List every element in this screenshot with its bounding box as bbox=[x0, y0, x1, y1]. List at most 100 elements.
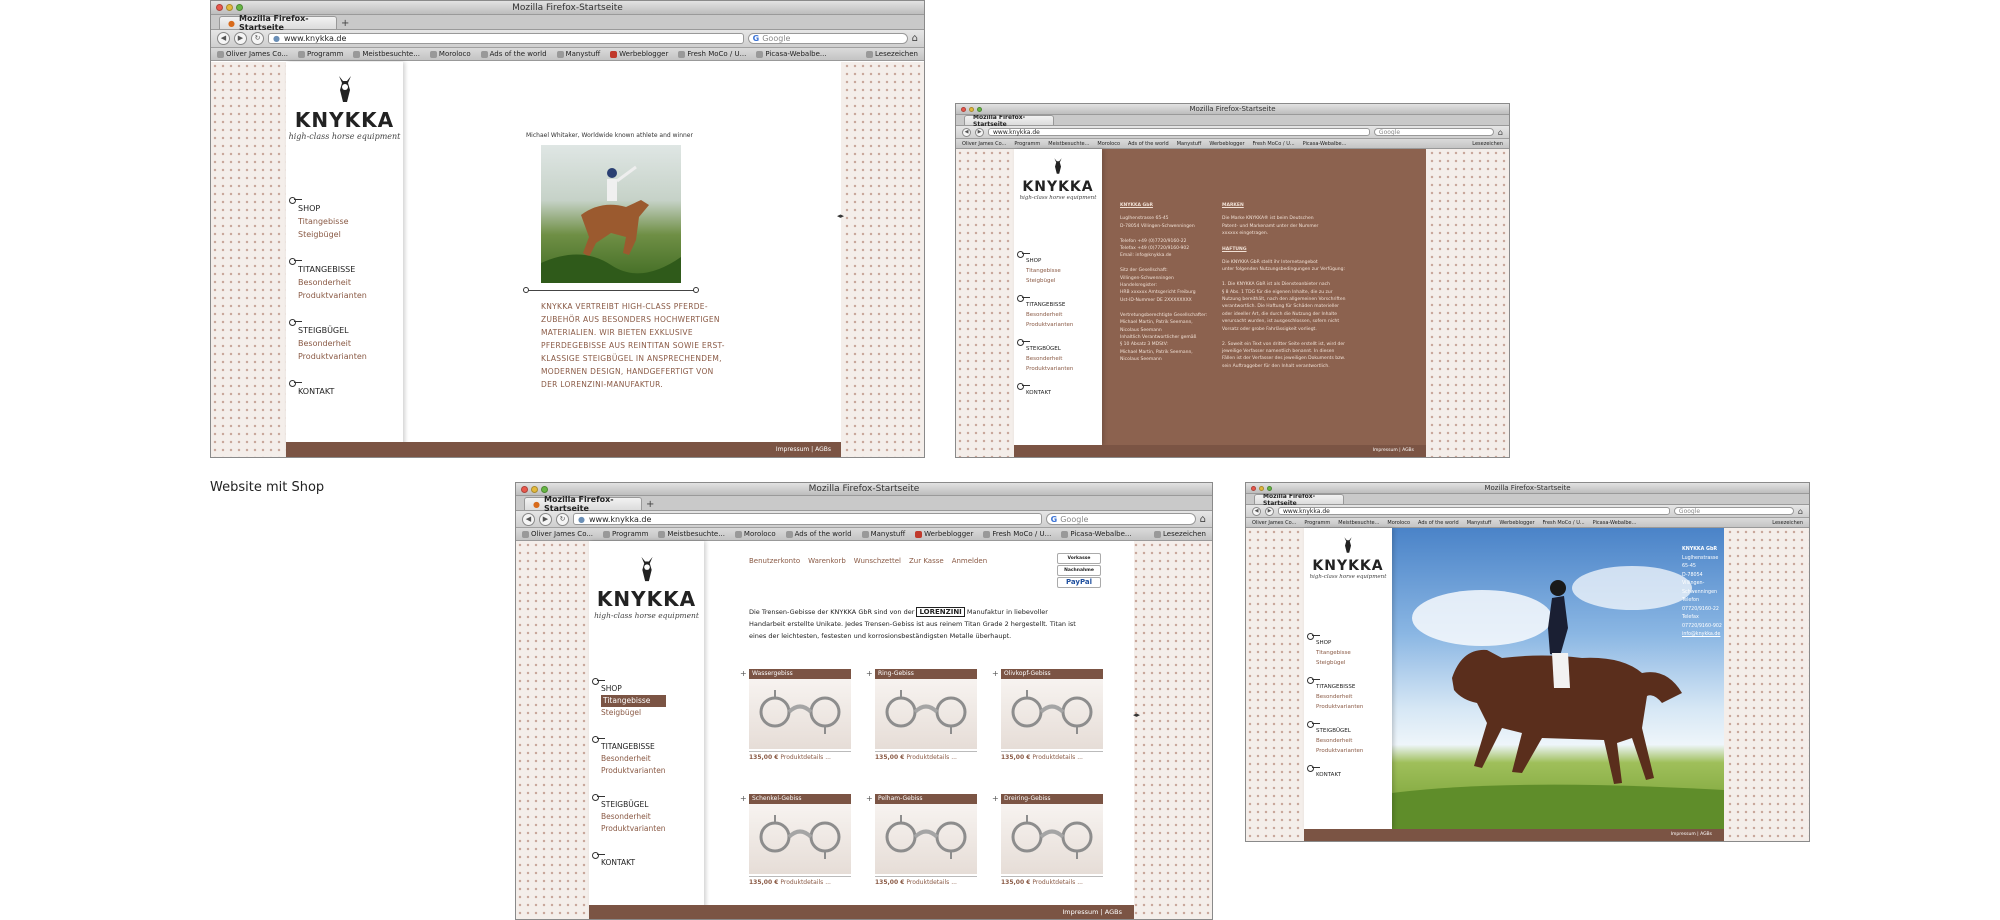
reload-icon[interactable]: ↻ bbox=[556, 512, 569, 526]
product-details-link[interactable]: Produktdetails ... bbox=[780, 879, 831, 886]
bookmark-5[interactable]: Manystuff bbox=[556, 50, 600, 58]
menu-steig-produktvarianten[interactable]: Produktvarianten bbox=[1026, 364, 1073, 374]
bookmark-7[interactable]: Fresh MoCo / U... bbox=[983, 530, 1051, 538]
menu-shop[interactable]: SHOP bbox=[1306, 633, 1363, 648]
menu-titangebisse[interactable]: TITANGEBISSE bbox=[592, 736, 666, 753]
bookmarks-menu[interactable]: Lesezeichen bbox=[1472, 141, 1503, 147]
menu-shop-steigbuegel[interactable]: Steigbügel bbox=[601, 707, 666, 719]
url-bar[interactable]: ● www.knykka.de bbox=[268, 32, 744, 45]
bookmark-0[interactable]: Oliver James Co... bbox=[962, 141, 1006, 147]
menu-kontakt[interactable]: KONTAKT bbox=[1306, 765, 1363, 780]
menu-titangebisse[interactable]: TITANGEBISSE bbox=[1016, 295, 1073, 310]
bookmark-4[interactable]: Ads of the world bbox=[1128, 141, 1169, 147]
menu-titan-produktvarianten[interactable]: Produktvarianten bbox=[298, 289, 367, 302]
add-to-cart-icon[interactable]: + bbox=[866, 669, 873, 678]
site-footer[interactable]: Impressum | AGBs bbox=[589, 905, 1134, 919]
menu-shop-steigbuegel[interactable]: Steigbügel bbox=[298, 228, 367, 241]
bookmark-6[interactable]: Werbeblogger bbox=[610, 50, 668, 58]
bookmark-7[interactable]: Fresh MoCo / U... bbox=[1253, 141, 1295, 147]
url-bar[interactable]: www.knykka.de bbox=[1278, 506, 1670, 516]
site-footer[interactable]: Impressum | AGBs bbox=[286, 442, 841, 457]
menu-titan-produktvarianten[interactable]: Produktvarianten bbox=[1026, 320, 1073, 330]
product-card[interactable]: Olivkopf-Gebiss 135,00 € Produktdetails .… bbox=[992, 669, 1103, 761]
bookmark-6[interactable]: Werbeblogger bbox=[1499, 520, 1534, 526]
bookmark-2[interactable]: Meistbesuchte... bbox=[1338, 520, 1379, 526]
bookmarks-menu[interactable]: Lesezeichen bbox=[866, 50, 918, 58]
close-window-button[interactable] bbox=[216, 4, 223, 11]
bookmark-2[interactable]: Meistbesuchte... bbox=[353, 50, 420, 58]
menu-steigbuegel[interactable]: STEIGBÜGEL bbox=[592, 794, 666, 811]
menu-shop[interactable]: SHOP bbox=[1016, 251, 1073, 266]
bookmark-5[interactable]: Manystuff bbox=[1467, 520, 1492, 526]
menu-shop-steigbuegel[interactable]: Steigbügel bbox=[1316, 658, 1363, 668]
menu-shop-titangebisse[interactable]: Titangebisse bbox=[1316, 648, 1363, 658]
menu-steig-produktvarianten[interactable]: Produktvarianten bbox=[601, 823, 666, 835]
minimize-window-button[interactable] bbox=[531, 485, 538, 493]
zoom-window-button[interactable] bbox=[541, 485, 548, 493]
bookmark-7[interactable]: Fresh MoCo / U... bbox=[678, 50, 746, 58]
add-to-cart-icon[interactable]: + bbox=[866, 794, 873, 803]
minimize-window-button[interactable] bbox=[226, 4, 233, 11]
site-footer[interactable]: Impressum | AGBs bbox=[1014, 445, 1426, 457]
menu-titan-besonderheit[interactable]: Besonderheit bbox=[1026, 310, 1073, 320]
site-footer[interactable]: Impressum | AGBs bbox=[1304, 829, 1724, 841]
menu-shop-titangebisse[interactable]: Titangebisse bbox=[298, 215, 367, 228]
menu-steigbuegel[interactable]: STEIGBÜGEL bbox=[1016, 339, 1073, 354]
link-wunschzettel[interactable]: Wunschzettel bbox=[854, 557, 901, 565]
menu-steig-besonderheit[interactable]: Besonderheit bbox=[601, 811, 666, 823]
bookmark-6[interactable]: Werbeblogger bbox=[915, 530, 973, 538]
bookmark-1[interactable]: Programm bbox=[1304, 520, 1330, 526]
menu-kontakt[interactable]: KONTAKT bbox=[289, 380, 367, 398]
menu-kontakt[interactable]: KONTAKT bbox=[592, 852, 666, 869]
product-card[interactable]: Dreiring-Gebiss 135,00 € Produktdetails .… bbox=[992, 794, 1103, 886]
product-details-link[interactable]: Produktdetails ... bbox=[906, 754, 957, 761]
product-image[interactable] bbox=[875, 804, 977, 874]
menu-titan-besonderheit[interactable]: Besonderheit bbox=[1316, 692, 1363, 702]
add-to-cart-icon[interactable]: + bbox=[992, 794, 999, 803]
link-zur-kasse[interactable]: Zur Kasse bbox=[909, 557, 944, 565]
bookmark-2[interactable]: Meistbesuchte... bbox=[658, 530, 725, 538]
product-image[interactable] bbox=[749, 679, 851, 749]
back-icon[interactable]: ◀ bbox=[962, 127, 971, 137]
bookmark-4[interactable]: Ads of the world bbox=[480, 50, 547, 58]
home-icon[interactable]: ⌂ bbox=[1798, 507, 1803, 516]
menu-steig-besonderheit[interactable]: Besonderheit bbox=[1316, 736, 1363, 746]
bookmark-6[interactable]: Werbeblogger bbox=[1209, 141, 1244, 147]
bookmark-8[interactable]: Picasa-Webalbe... bbox=[1593, 520, 1637, 526]
menu-steig-produktvarianten[interactable]: Produktvarianten bbox=[298, 350, 367, 363]
bookmark-5[interactable]: Manystuff bbox=[1177, 141, 1202, 147]
product-image[interactable] bbox=[1001, 804, 1103, 874]
bookmark-8[interactable]: Picasa-Webalbe... bbox=[756, 50, 827, 58]
bookmark-0[interactable]: Oliver James Co... bbox=[217, 50, 288, 58]
search-field[interactable]: G Google bbox=[1045, 513, 1196, 525]
link-benutzerkonto[interactable]: Benutzerkonto bbox=[749, 557, 800, 565]
product-details-link[interactable]: Produktdetails ... bbox=[780, 754, 831, 761]
scroll-arrows-icon[interactable]: ◂▸ bbox=[1133, 711, 1140, 719]
bookmark-1[interactable]: Programm bbox=[603, 530, 648, 538]
back-icon[interactable]: ◀ bbox=[217, 32, 230, 45]
menu-shop[interactable]: SHOP bbox=[289, 197, 367, 215]
bookmark-8[interactable]: Picasa-Webalbe... bbox=[1303, 141, 1347, 147]
menu-titangebisse[interactable]: TITANGEBISSE bbox=[1306, 677, 1363, 692]
product-card[interactable]: Schenkel-Gebiss 135,00 € Produktdetails .… bbox=[740, 794, 851, 886]
bookmark-8[interactable]: Picasa-Webalbe... bbox=[1061, 530, 1132, 538]
bookmark-5[interactable]: Manystuff bbox=[861, 530, 905, 538]
home-icon[interactable]: ⌂ bbox=[1498, 128, 1503, 137]
add-to-cart-icon[interactable]: + bbox=[740, 794, 747, 803]
home-icon[interactable]: ⌂ bbox=[912, 33, 918, 44]
menu-steig-produktvarianten[interactable]: Produktvarianten bbox=[1316, 746, 1363, 756]
link-anmelden[interactable]: Anmelden bbox=[952, 557, 987, 565]
bookmark-1[interactable]: Programm bbox=[1014, 141, 1040, 147]
bookmark-3[interactable]: Moroloco bbox=[429, 50, 471, 58]
zoom-window-button[interactable] bbox=[977, 106, 982, 112]
brand-logo[interactable]: KNYKKA high-class horse equipment bbox=[1014, 157, 1102, 201]
close-window-button[interactable] bbox=[1251, 485, 1256, 491]
menu-steigbuegel[interactable]: STEIGBÜGEL bbox=[1306, 721, 1363, 736]
bookmark-4[interactable]: Ads of the world bbox=[1418, 520, 1459, 526]
bookmark-0[interactable]: Oliver James Co... bbox=[522, 530, 593, 538]
menu-shop[interactable]: SHOP bbox=[592, 678, 666, 695]
forward-icon[interactable]: ▶ bbox=[539, 512, 552, 526]
bookmarks-menu[interactable]: Lesezeichen bbox=[1154, 530, 1206, 538]
bookmark-4[interactable]: Ads of the world bbox=[785, 530, 852, 538]
menu-steigbuegel[interactable]: STEIGBÜGEL bbox=[289, 319, 367, 337]
